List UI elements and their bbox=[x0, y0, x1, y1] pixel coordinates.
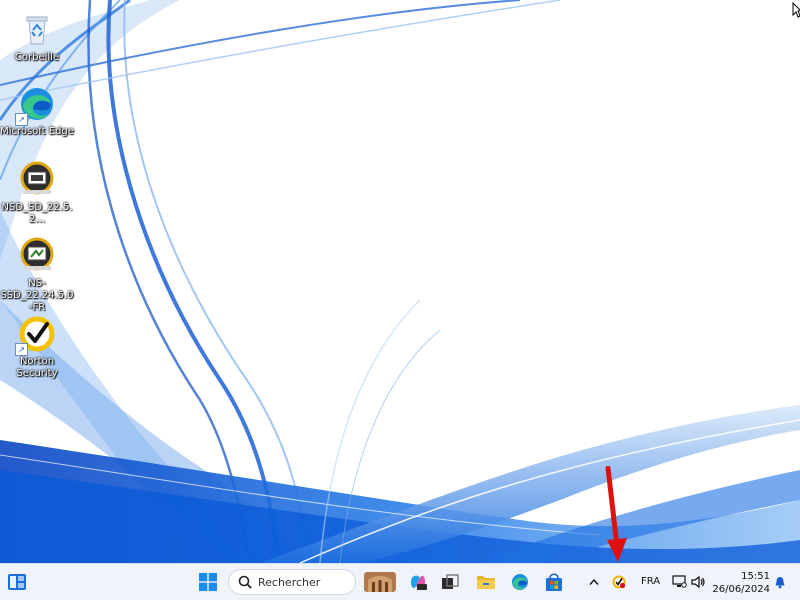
volume-icon bbox=[690, 575, 705, 589]
desktop-icon-label: Corbeille bbox=[14, 52, 60, 63]
recycle-bin-icon bbox=[17, 10, 57, 50]
store-icon bbox=[546, 573, 562, 591]
desktop-icon-label: NSD_SD_22.5.2... bbox=[1, 202, 73, 225]
nsd-installer-icon bbox=[17, 160, 57, 200]
notifications-button[interactable] bbox=[770, 569, 790, 595]
news-widget-button[interactable] bbox=[362, 569, 398, 595]
desktop-icon-ns-ssd-installer[interactable]: NS-SSD_22.24.5.0-FR bbox=[0, 236, 74, 314]
norton-tray-icon bbox=[612, 575, 626, 589]
ns-ssd-installer-icon bbox=[17, 236, 57, 276]
edge-icon: ↗ bbox=[15, 84, 57, 126]
desktop-wallpaper bbox=[0, 0, 800, 563]
desktop-icon-label: Norton Security bbox=[16, 356, 58, 379]
chevron-up-icon bbox=[589, 578, 599, 585]
start-icon bbox=[199, 573, 217, 591]
mouse-cursor-icon bbox=[792, 2, 800, 18]
task-view-button[interactable] bbox=[437, 569, 463, 595]
shortcut-arrow-icon: ↗ bbox=[15, 343, 28, 356]
copilot-icon bbox=[411, 575, 427, 590]
language-indicator[interactable]: FRA bbox=[641, 576, 660, 587]
copilot-button[interactable] bbox=[405, 569, 431, 595]
desktop-icon-label: Microsoft Edge bbox=[0, 126, 74, 137]
network-icon bbox=[671, 575, 687, 588]
desktop-icon-label: NS-SSD_22.24.5.0-FR bbox=[0, 278, 74, 313]
search-placeholder: Rechercher bbox=[258, 575, 321, 589]
task-view-icon bbox=[442, 574, 459, 589]
network-button[interactable] bbox=[669, 569, 689, 595]
store-button[interactable] bbox=[541, 569, 567, 595]
norton-icon: ↗ bbox=[15, 314, 57, 356]
clock[interactable]: 15:51 26/06/2024 bbox=[712, 570, 770, 596]
news-widget-icon bbox=[364, 572, 396, 592]
desktop-icon-recycle-bin[interactable]: Corbeille bbox=[0, 10, 74, 64]
search-icon bbox=[238, 575, 252, 589]
search-box[interactable]: Rechercher bbox=[228, 569, 356, 595]
annotation-arrow-icon bbox=[605, 466, 627, 562]
widgets-icon bbox=[8, 574, 26, 590]
taskbar: Rechercher FRA 15:51 26/06/2024 bbox=[0, 563, 800, 600]
desktop-icon-microsoft-edge[interactable]: ↗ Microsoft Edge bbox=[0, 84, 74, 138]
edge-icon bbox=[512, 574, 528, 590]
file-explorer-button[interactable] bbox=[473, 569, 499, 595]
desktop-icon-nsd-installer[interactable]: NSD_SD_22.5.2... bbox=[0, 160, 74, 226]
desktop-icon-norton-security[interactable]: ↗ Norton Security bbox=[0, 314, 74, 380]
clock-time: 15:51 bbox=[741, 571, 770, 582]
widgets-button[interactable] bbox=[4, 569, 30, 595]
shortcut-arrow-icon: ↗ bbox=[15, 113, 28, 126]
start-button[interactable] bbox=[195, 569, 221, 595]
notification-bell-icon bbox=[775, 576, 785, 588]
edge-taskbar-button[interactable] bbox=[507, 569, 533, 595]
file-explorer-icon bbox=[477, 576, 495, 589]
norton-tray-button[interactable] bbox=[608, 569, 630, 595]
volume-button[interactable] bbox=[688, 569, 708, 595]
show-hidden-icons-button[interactable] bbox=[584, 569, 604, 595]
clock-date: 26/06/2024 bbox=[712, 584, 770, 595]
